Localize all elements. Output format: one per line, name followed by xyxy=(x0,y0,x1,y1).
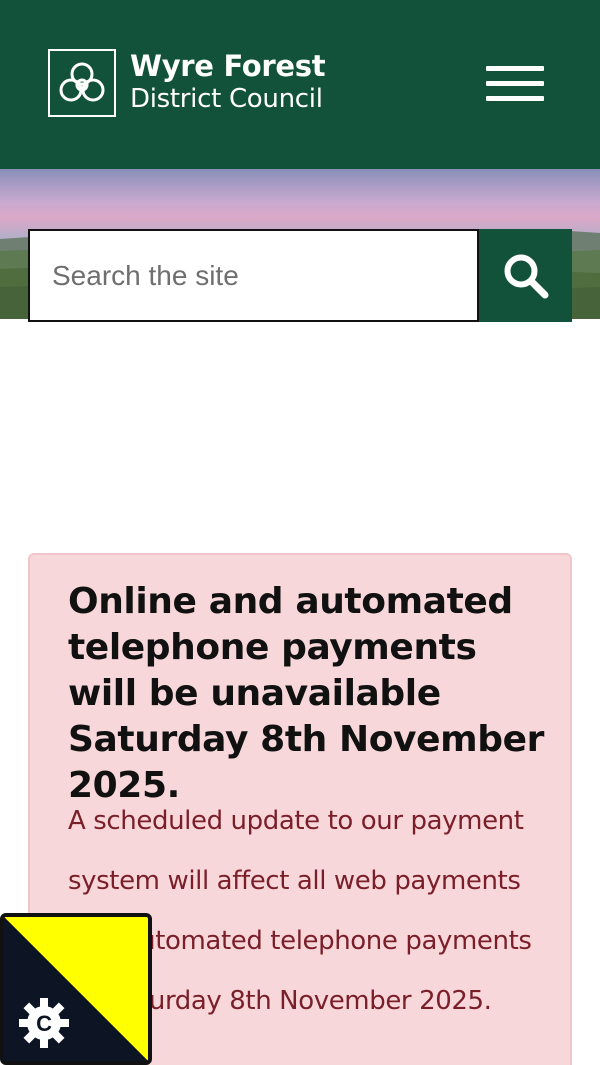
search-icon xyxy=(504,254,548,298)
site-search-form xyxy=(28,229,572,322)
search-button[interactable] xyxy=(479,229,572,322)
page: Wyre Forest District Council Search the … xyxy=(0,0,600,1065)
alert-title: Online and automated telephone payments … xyxy=(68,581,544,806)
site-header: Wyre Forest District Council xyxy=(0,0,600,169)
cookie-settings-button[interactable]: C xyxy=(0,913,152,1065)
council-logo-link[interactable]: Wyre Forest District Council xyxy=(48,49,326,117)
menu-button[interactable] xyxy=(486,64,544,104)
cookie-settings-icon: C xyxy=(4,917,148,1061)
search-input[interactable] xyxy=(28,229,479,322)
logo-line-1: Wyre Forest xyxy=(130,49,326,83)
cookie-badge-letter: C xyxy=(36,1011,52,1036)
council-logo-icon xyxy=(48,49,116,117)
logo-line-2: District Council xyxy=(130,84,323,114)
council-name: Wyre Forest District Council xyxy=(130,49,326,114)
